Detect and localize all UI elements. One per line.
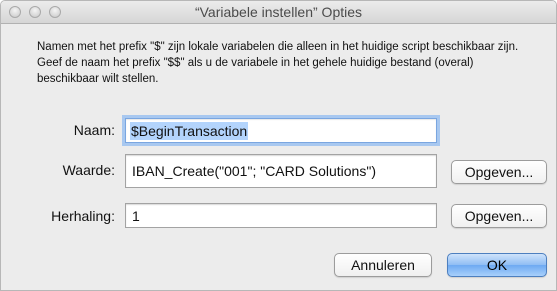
dialog-description: Namen met het prefix "$" zijn lokale var… — [37, 41, 519, 85]
repetition-input[interactable]: 1 — [125, 203, 437, 228]
repetition-input-value: 1 — [132, 207, 140, 224]
value-input-value: IBAN_Create("001"; "CARD Solutions") — [132, 163, 376, 179]
name-label: Naam: — [73, 122, 115, 138]
name-input[interactable]: $BeginTransaction — [125, 118, 437, 143]
ok-button[interactable]: OK — [447, 253, 547, 277]
dialog-window: “Variabele instellen” Opties Namen met h… — [0, 0, 557, 291]
value-specify-button[interactable]: Opgeven... — [451, 160, 547, 184]
value-input[interactable]: IBAN_Create("001"; "CARD Solutions") — [125, 154, 437, 188]
repetition-specify-button[interactable]: Opgeven... — [451, 204, 547, 228]
title-bar: “Variabele instellen” Opties — [1, 1, 556, 24]
window-title: “Variabele instellen” Opties — [194, 4, 363, 20]
cancel-button[interactable]: Annuleren — [334, 253, 432, 277]
repetition-label: Herhaling: — [51, 208, 115, 224]
name-input-value: $BeginTransaction — [130, 121, 249, 140]
value-label: Waarde: — [62, 162, 115, 178]
